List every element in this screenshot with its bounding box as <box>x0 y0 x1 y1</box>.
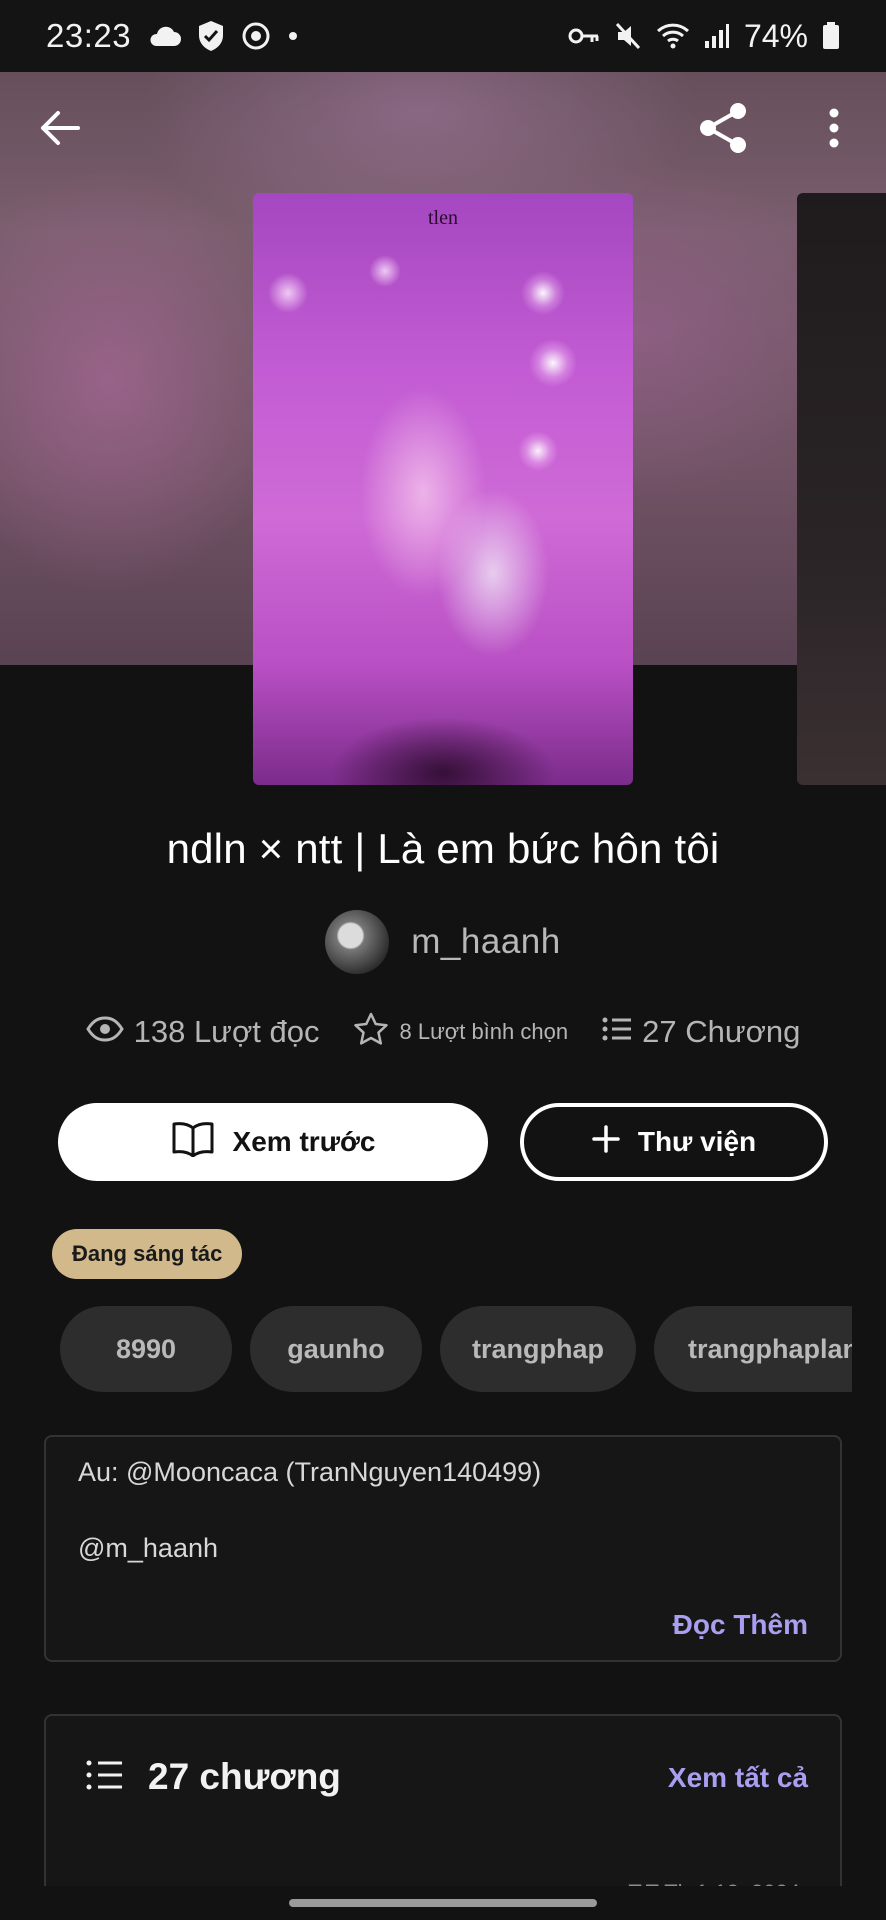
chapters-title: 27 chương <box>148 1756 341 1797</box>
description-card: Au: @Mooncaca (TranNguyen140499) @m_haan… <box>44 1435 842 1662</box>
status-badge: Đang sáng tác <box>52 1229 243 1279</box>
reads-count: 138 Lượt đọc <box>133 1014 320 1049</box>
share-button[interactable] <box>690 98 756 162</box>
list-icon <box>86 1759 124 1796</box>
wifi-icon <box>656 22 690 50</box>
chapters-count: 27 Chương <box>642 1014 801 1049</box>
story-cover-image[interactable]: tlen <box>253 193 633 785</box>
back-arrow-icon <box>40 110 80 150</box>
see-all-link[interactable]: Xem tất cả <box>668 1762 808 1794</box>
description-line: @m_haanh <box>78 1533 218 1563</box>
story-title: ndln × ntt | Là em bức hôn tôi <box>166 825 720 872</box>
key-icon <box>568 26 600 46</box>
chapters-stat: 27 Chương <box>602 1014 800 1050</box>
votes-stat: 8 Lượt bình chọn <box>353 1012 568 1052</box>
story-stats: 138 Lượt đọc 8 Lượt bình chọn 27 Chương <box>0 1012 886 1052</box>
preview-label: Xem trước <box>232 1126 376 1157</box>
tag-chip[interactable]: gaunho <box>250 1306 422 1392</box>
story-detail-screen: 23:23 74% tlen ndln × ntt | Là em bức hô… <box>0 0 886 1920</box>
tag-chip[interactable]: trangphap <box>440 1306 636 1392</box>
avatar[interactable] <box>325 910 390 974</box>
home-indicator[interactable] <box>289 1899 597 1907</box>
status-time: 23:23 <box>46 17 132 54</box>
eye-icon <box>85 1014 124 1050</box>
cover-mark: tlen <box>428 207 458 229</box>
signal-icon <box>704 23 730 49</box>
list-icon <box>602 1014 632 1050</box>
votes-count: 8 Lượt bình chọn <box>399 1019 569 1044</box>
add-to-library-button[interactable]: Thư viện <box>520 1103 828 1181</box>
mute-icon <box>614 21 642 51</box>
chapters-header: 27 chương <box>86 1756 341 1798</box>
preview-button[interactable]: Xem trước <box>58 1103 488 1181</box>
tag-list: 8990 gaunho trangphap trangphaplan <box>60 1306 852 1392</box>
shield-icon <box>197 20 225 52</box>
next-cover-image[interactable] <box>797 193 886 785</box>
dot-icon <box>287 30 299 42</box>
star-icon <box>353 1012 389 1052</box>
reads-stat: 138 Lượt đọc <box>85 1014 320 1050</box>
battery-percent: 74% <box>743 17 808 54</box>
author-row[interactable]: m_haanh <box>0 910 886 974</box>
read-more-link[interactable]: Đọc Thêm <box>673 1609 808 1641</box>
back-button[interactable] <box>28 98 92 162</box>
description-line: Au: @Mooncaca (TranNguyen140499) <box>78 1457 542 1487</box>
library-label: Thư viện <box>637 1126 757 1157</box>
battery-icon <box>822 22 840 50</box>
plus-icon <box>592 1124 620 1160</box>
tag-chip[interactable]: trangphaplan <box>654 1306 852 1392</box>
tag-chip[interactable]: 8990 <box>60 1306 232 1392</box>
cloud-icon <box>147 25 182 47</box>
more-button[interactable] <box>802 98 866 162</box>
author-name[interactable]: m_haanh <box>411 922 560 962</box>
target-icon <box>241 21 271 51</box>
status-bar: 23:23 74% <box>0 0 886 72</box>
book-open-icon <box>171 1121 215 1164</box>
more-vertical-icon <box>828 108 840 153</box>
share-icon <box>696 101 750 160</box>
